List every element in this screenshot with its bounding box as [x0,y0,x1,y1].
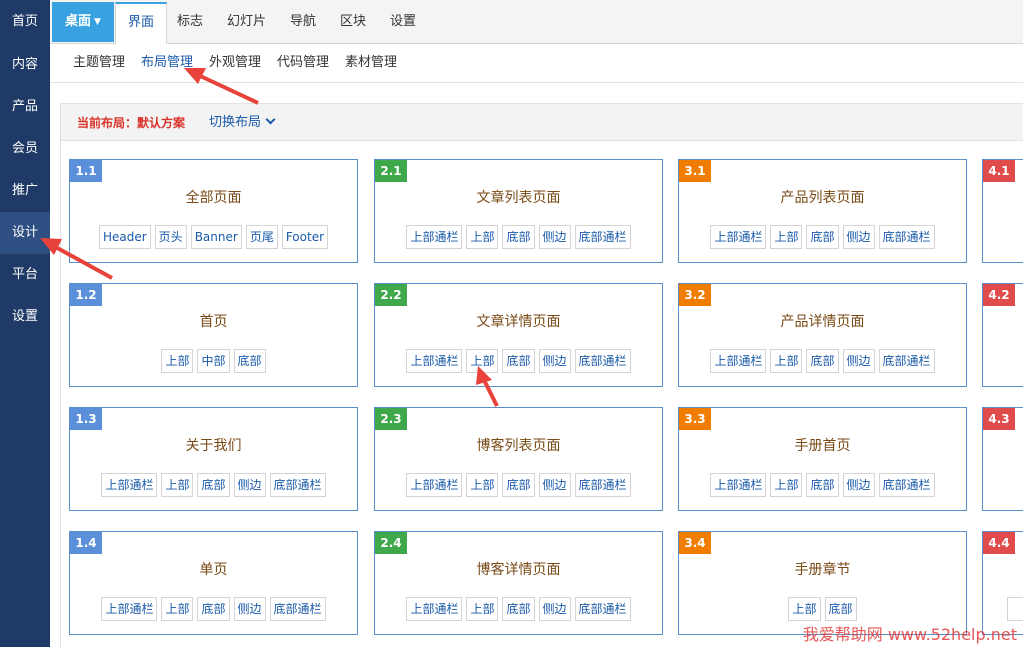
watermark-text: 我爱帮助网 www.52help.net [802,625,1017,644]
annotation-arrow-icon [40,238,113,280]
annotation-arrow-icon [476,366,499,407]
annotation-arrows [40,68,499,407]
annotation-arrow-icon [184,68,259,105]
